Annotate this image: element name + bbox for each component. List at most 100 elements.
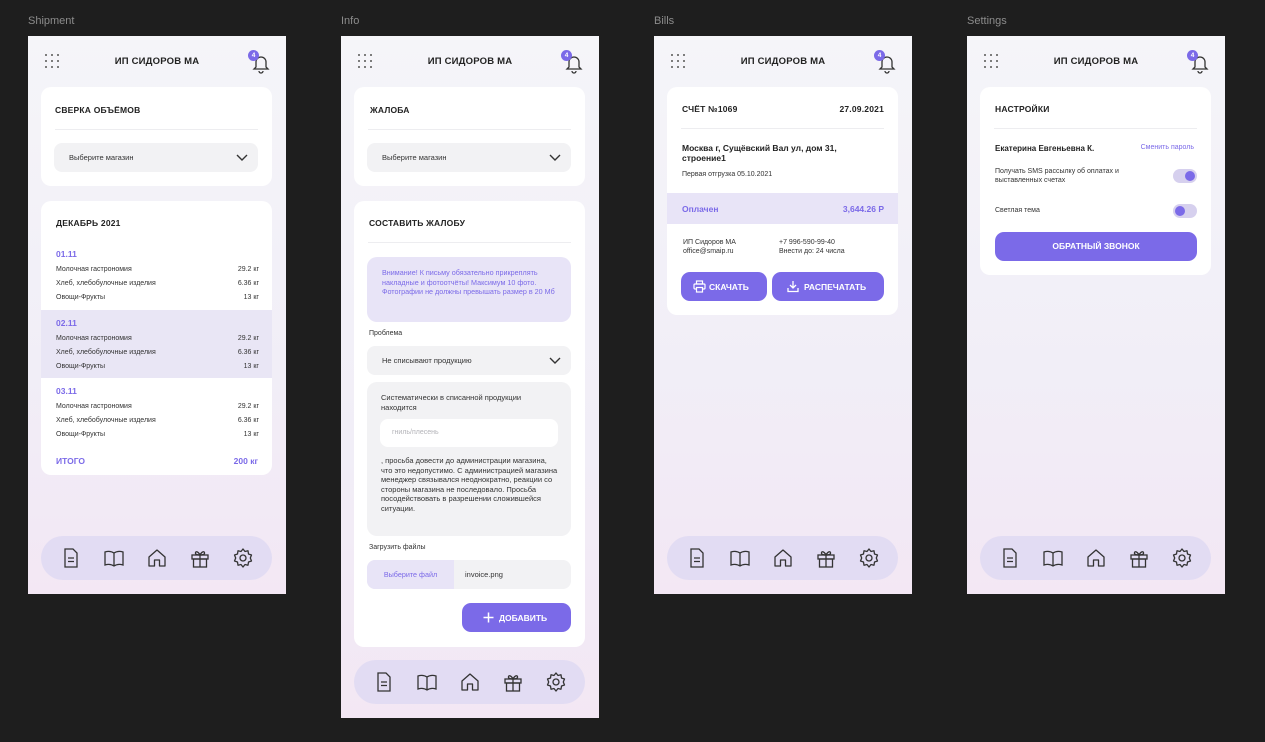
home-icon[interactable] [772,547,794,569]
divider [681,128,884,129]
gift-icon[interactable] [502,671,524,693]
chevron-down-icon [236,154,248,161]
divider [994,128,1197,129]
change-password-link[interactable]: Сменить пароль [1141,144,1194,151]
document-icon[interactable] [999,547,1021,569]
phone-shipment: ИП СИДОРОВ МА 4 СВЕРКА ОБЪЁМОВ Выберите … [28,36,286,594]
add-button-label: ДОБАВИТЬ [499,613,548,623]
app-header: ИП СИДОРОВ МА 4 [967,36,1225,86]
menu-grid-icon[interactable] [358,54,374,70]
complaint-card: ЖАЛОБА Выберите магазин [354,87,585,186]
first-shipment: Первая отгрузка 05.10.2021 [682,171,773,178]
store-select[interactable]: Выберите магазин [367,143,571,172]
app-header: ИП СИДОРОВ МА 4 [28,36,286,86]
complaint-text-after: , просьба довести до администрации магаз… [381,456,558,513]
phone-settings: ИП СИДОРОВ МА 4 НАСТРОЙКИ Екатерина Евге… [967,36,1225,594]
menu-grid-icon[interactable] [984,54,1000,70]
app-header: ИП СИДОРОВ МА 4 [341,36,599,86]
day-block: 01.11 Молочная гастрономия 29.2 кг Хлеб, … [41,241,272,309]
list-item: Молочная гастрономия 29.2 кг [56,266,259,273]
list-item: Овощи-Фрукты 13 кг [56,363,259,370]
select-value: Выберите магазин [69,153,134,162]
list-item: Хлеб, хлебобулочные изделия 6.36 кг [56,280,259,287]
notice-box: Внимание! К письму обязательно прикрепля… [367,257,571,322]
complaint-text-before: Систематически в списанной продукции нах… [381,393,522,412]
frame-label-shipment: Shipment [28,15,75,27]
status-bar: Оплачен 3,644.26 Р [667,193,898,224]
list-item: Молочная гастрономия 29.2 кг [56,335,259,342]
input-placeholder: гниль/плесень [392,429,439,436]
status-badge: Оплачен [682,204,719,214]
book-icon[interactable] [103,547,125,569]
card-title: СВЕРКА ОБЪЁМОВ [55,105,141,115]
defect-input[interactable]: гниль/плесень [380,419,558,447]
settings-gear-icon[interactable] [858,547,880,569]
plus-icon [483,612,494,623]
download-button[interactable]: СКАЧАТЬ [681,272,767,301]
header-title: ИП СИДОРОВ МА [740,56,826,67]
document-icon[interactable] [60,547,82,569]
home-icon[interactable] [1085,547,1107,569]
menu-grid-icon[interactable] [671,54,687,70]
printer-icon [693,280,706,293]
add-button[interactable]: ДОБАВИТЬ [462,603,571,632]
list-item: Овощи-Фрукты 13 кг [56,431,259,438]
list-item: Молочная гастрономия 29.2 кг [56,403,259,410]
gift-icon[interactable] [189,547,211,569]
header-title: ИП СИДОРОВ МА [1053,56,1139,67]
document-icon[interactable] [373,671,395,693]
home-icon[interactable] [146,547,168,569]
select-value: Выберите магазин [382,153,447,162]
header-title: ИП СИДОРОВ МА [427,56,513,67]
settings-title: НАСТРОЙКИ [995,104,1050,114]
settings-card: НАСТРОЙКИ Екатерина Евгеньевна К. Сменит… [980,87,1211,275]
light-theme-toggle[interactable] [1173,204,1197,218]
book-icon[interactable] [729,547,751,569]
invoice-address: Москва г, Сущёвский Вал ул, дом 31, стро… [682,143,837,163]
bottom-nav [354,660,585,704]
bottom-nav [41,536,272,580]
print-button[interactable]: РАСПЕЧАТАТЬ [772,272,884,301]
home-icon[interactable] [459,671,481,693]
select-value: Не списывают продукцию [382,356,472,365]
month-title: ДЕКАБРЬ 2021 [56,218,121,228]
card-title: ЖАЛОБА [370,105,410,115]
print-label: РАСПЕЧАТАТЬ [804,282,867,292]
settings-gear-icon[interactable] [232,547,254,569]
phone-bills: ИП СИДОРОВ МА 4 СЧЁТ №1069 27.09.2021 Мо… [654,36,912,594]
book-icon[interactable] [416,671,438,693]
notification-badge: 4 [561,50,572,61]
settings-gear-icon[interactable] [1171,547,1193,569]
app-header: ИП СИДОРОВ МА 4 [654,36,912,86]
chevron-down-icon [549,154,561,161]
day-date: 02.11 [56,318,77,328]
store-select[interactable]: Выберите магазин [54,143,258,172]
sms-toggle[interactable] [1173,169,1197,183]
problem-select[interactable]: Не списывают продукцию [367,346,571,375]
notification-badge: 4 [1187,50,1198,61]
frame-label-settings: Settings [967,15,1007,27]
upload-label: Загрузить файлы [369,544,426,551]
card-title: СОСТАВИТЬ ЖАЛОБУ [369,218,466,228]
download-icon [787,281,799,293]
day-date: 01.11 [56,249,77,259]
gift-icon[interactable] [815,547,837,569]
document-icon[interactable] [686,547,708,569]
choose-file-button[interactable]: Выберите файл [367,560,454,589]
book-icon[interactable] [1042,547,1064,569]
frame-label-info: Info [341,15,360,27]
total-label: ИТОГО [56,456,86,466]
total-value: 200 кг [233,456,258,466]
list-item: Хлеб, хлебобулочные изделия 6.36 кг [56,417,259,424]
divider [55,129,258,130]
company-email: office@smaip.ru [683,248,734,255]
invoice-number: СЧЁТ №1069 [682,104,738,114]
callback-button[interactable]: ОБРАТНЫЙ ЗВОНОК [995,232,1197,261]
download-label: СКАЧАТЬ [709,282,749,292]
due-date: Внести до: 24 числа [779,248,845,255]
settings-gear-icon[interactable] [545,671,567,693]
gift-icon[interactable] [1128,547,1150,569]
sms-label: Получать SMS рассылку об оплатах и выста… [995,168,1119,184]
menu-grid-icon[interactable] [45,54,61,70]
divider [368,242,571,243]
